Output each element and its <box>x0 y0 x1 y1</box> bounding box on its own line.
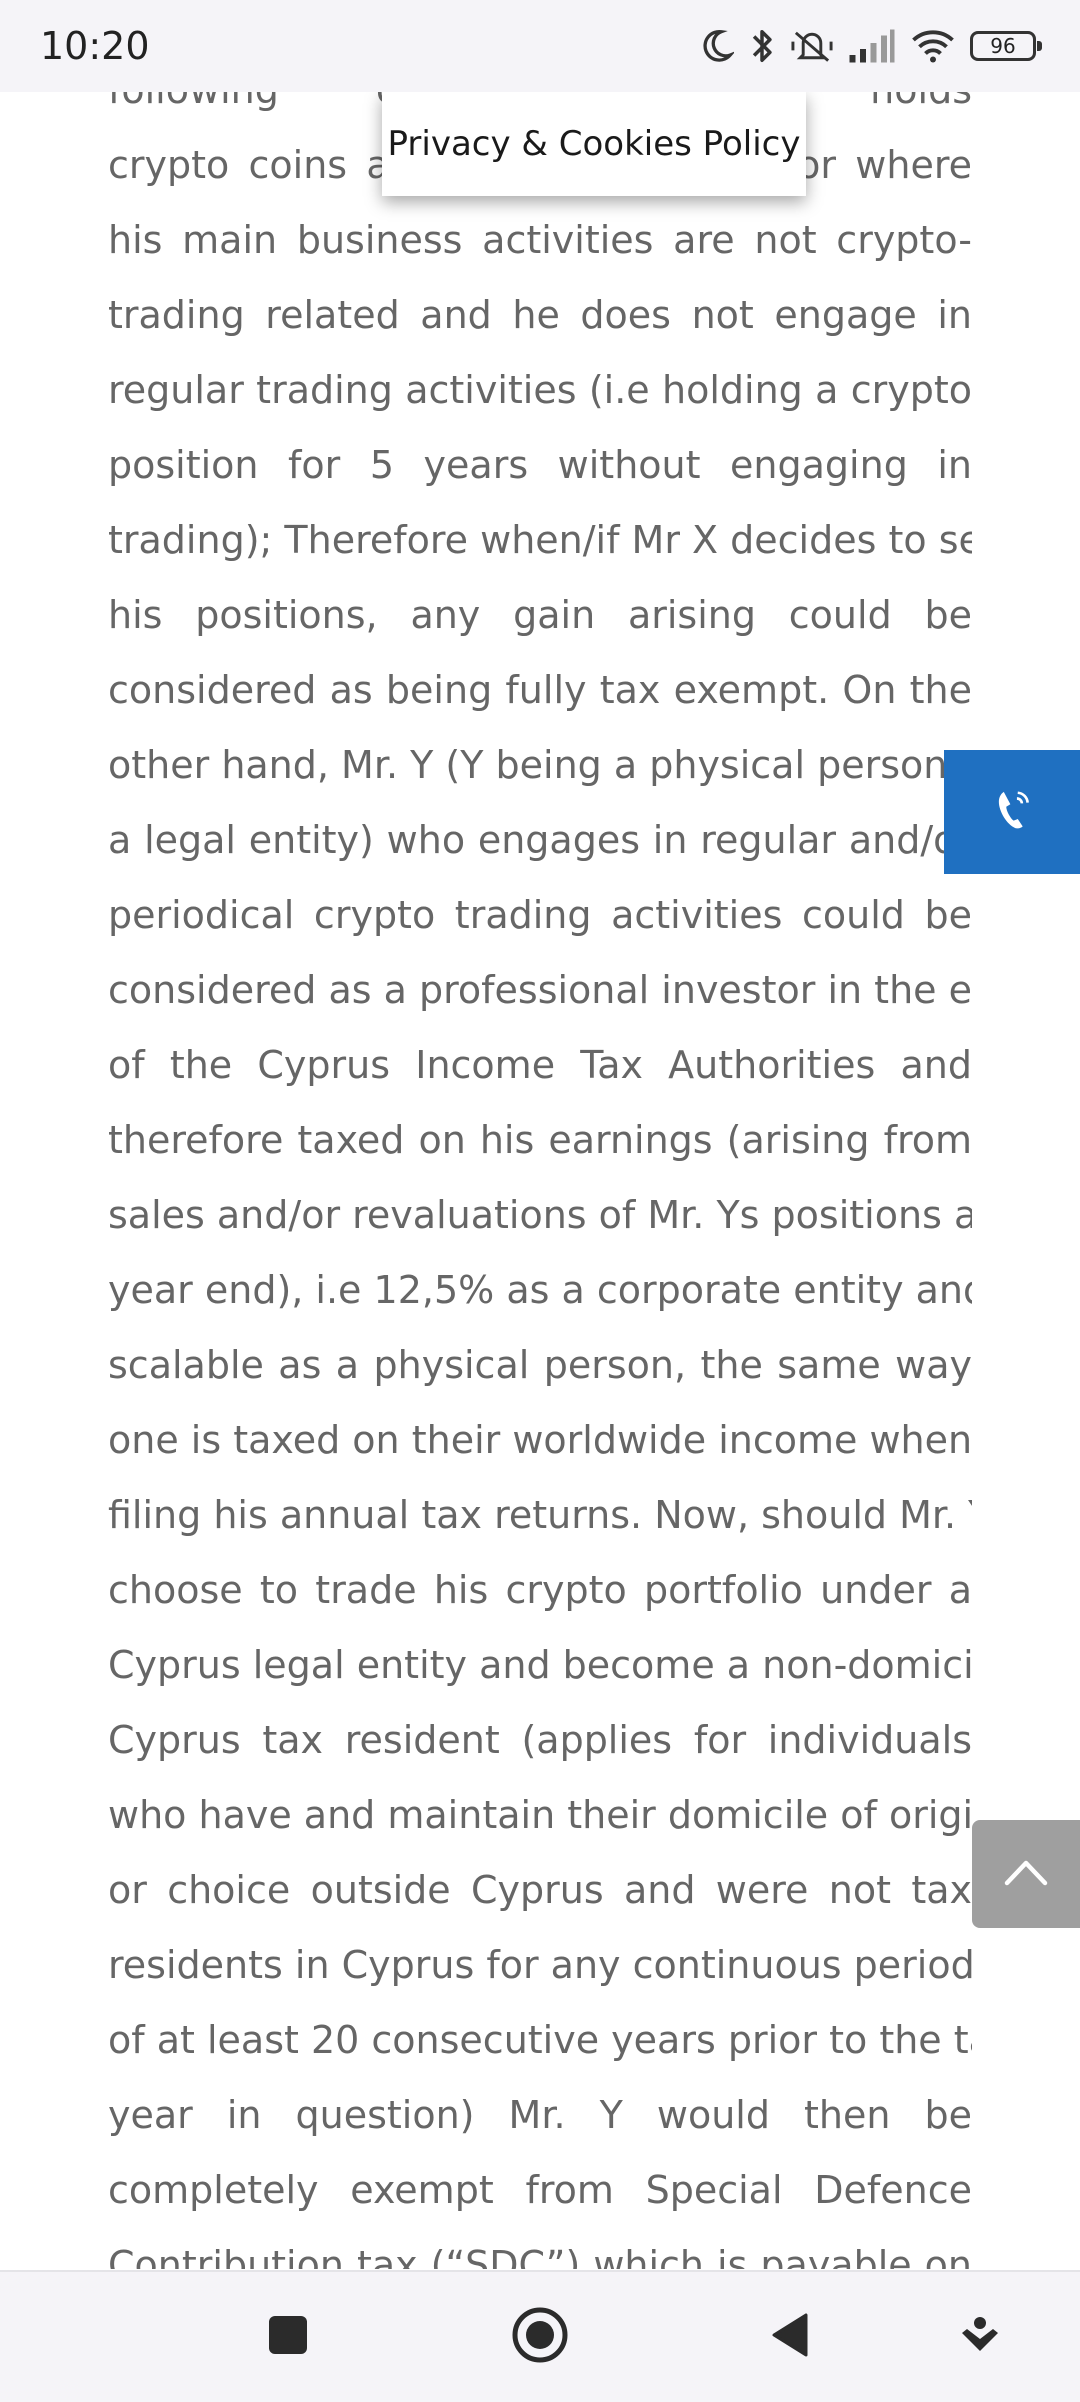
recents-button[interactable] <box>243 2292 333 2382</box>
wifi-icon <box>910 28 956 64</box>
article-line: or choice outside Cyprus and were not ta… <box>108 1868 972 1912</box>
back-button[interactable] <box>745 2292 835 2382</box>
recents-square-icon <box>266 2313 310 2361</box>
article-line: who have and maintain their domicile of … <box>108 1793 972 1837</box>
article-line: of at least 20 consecutive years prior t… <box>108 2018 972 2062</box>
home-button[interactable] <box>495 2292 585 2382</box>
article-line: filing his annual tax returns. Now, shou… <box>108 1493 972 1537</box>
article-line: choose to trade his crypto portfolio und… <box>108 1568 972 1612</box>
article-line: periodical crypto trading activities cou… <box>108 893 972 937</box>
article-line: considered as being fully tax exempt. On… <box>108 668 972 712</box>
home-circle-icon <box>510 2305 570 2369</box>
assistant-icon <box>958 2313 1002 2361</box>
battery-icon: 96 <box>970 31 1042 61</box>
status-time: 10:20 <box>40 24 150 68</box>
article-line: other hand, Mr. Y (Y being a physical pe… <box>108 743 972 787</box>
assistant-button[interactable] <box>935 2292 1025 2382</box>
call-button[interactable] <box>944 750 1080 874</box>
privacy-cookies-label: Privacy & Cookies Policy <box>387 124 801 164</box>
chevron-up-icon <box>1003 1857 1049 1891</box>
article-line: completely exempt from Special Defence <box>108 2168 972 2212</box>
article-line: residents in Cyprus for any continuous p… <box>108 1943 972 1987</box>
article-line: a legal entity) who engages in regular a… <box>108 818 972 862</box>
article-line: therefore taxed on his earnings (arising… <box>108 1118 972 1162</box>
article-line: considered as a professional investor in… <box>108 968 972 1012</box>
privacy-cookies-popup[interactable]: Privacy & Cookies Policy <box>382 92 806 196</box>
phone-ringing-icon <box>992 787 1032 837</box>
article-line: year in question) Mr. Y would then be <box>108 2093 972 2137</box>
article-line: of the Cyprus Income Tax Authorities and <box>108 1043 972 1087</box>
status-icons: 96 <box>698 20 1042 72</box>
article-line: his main business activities are not cry… <box>108 218 972 262</box>
status-bar: 10:20 96 <box>0 0 1080 92</box>
article-line: position for 5 years without engaging in <box>108 443 972 487</box>
article-line: his positions, any gain arising could be <box>108 593 972 637</box>
scroll-to-top-button[interactable] <box>972 1820 1080 1928</box>
article-line: Cyprus legal entity and become a non-dom… <box>108 1643 972 1687</box>
article-line: trading related and he does not engage i… <box>108 293 972 337</box>
moon-icon <box>698 28 734 64</box>
article-line: scalable as a physical person, the same … <box>108 1343 972 1387</box>
mute-vibrate-icon <box>790 27 834 65</box>
article-body: following cases: Mr. X holdscrypto coins… <box>108 53 972 2269</box>
system-nav-bar <box>0 2270 1080 2402</box>
article-line: regular trading activities (i.e holding … <box>108 368 972 412</box>
article-line: sales and/or revaluations of Mr. Ys posi… <box>108 1193 972 1237</box>
article-line: year end), i.e 12,5% as a corporate enti… <box>108 1268 972 1312</box>
bluetooth-icon <box>748 27 776 65</box>
article-line: Contribution tax (“SDC”) which is payabl… <box>108 2243 972 2269</box>
back-triangle-icon <box>768 2311 812 2363</box>
signal-icon <box>848 28 896 64</box>
article-line: Cyprus tax resident (applies for individ… <box>108 1718 972 1762</box>
article-line: trading); Therefore when/if Mr X decides… <box>108 518 972 562</box>
battery-level: 96 <box>990 34 1016 58</box>
article-line: one is taxed on their worldwide income w… <box>108 1418 972 1462</box>
